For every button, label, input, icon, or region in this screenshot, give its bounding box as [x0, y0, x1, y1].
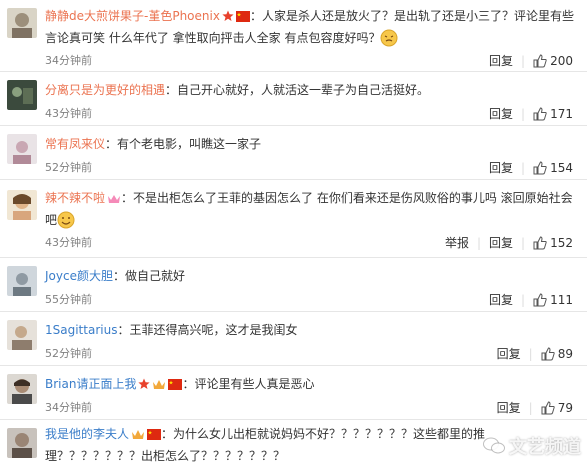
comment-text: ：自己开心就好，人就活这一辈子为自己活挺好。 — [165, 83, 430, 97]
like-count: 154 — [550, 160, 573, 175]
emoji-icon — [57, 211, 75, 235]
username-link[interactable]: 静静de大煎饼果子-堇色Phoenix — [45, 9, 220, 23]
thumbs-up-icon — [533, 106, 547, 120]
like-button[interactable]: 171 — [533, 107, 573, 121]
like-button[interactable]: 154 — [533, 161, 573, 175]
avatar[interactable] — [7, 134, 37, 164]
watermark: 文艺频道 — [483, 433, 581, 459]
comment-item: Brian请正面上我 ：评论里有些人真是恶心 34分钟前 回复 | 79 — [0, 366, 587, 420]
divider: | — [521, 235, 526, 250]
reply-button[interactable]: 回复 — [497, 345, 521, 362]
star-icon — [222, 8, 234, 28]
username-link[interactable]: Brian请正面上我 — [45, 377, 136, 391]
like-button[interactable]: 111 — [533, 293, 573, 307]
reply-button[interactable]: 回复 — [497, 399, 521, 416]
thumbs-up-icon — [533, 292, 547, 306]
china-flag-icon — [168, 376, 183, 396]
comment-text: ：做自己就好 — [112, 269, 185, 283]
comment-item: 静静de大煎饼果子-堇色Phoenix ：人家是杀人还是放火了？是出轨了还是小三了… — [0, 0, 587, 72]
like-count: 111 — [550, 292, 573, 307]
username-link[interactable]: 辣不辣不啦 — [45, 191, 105, 205]
timestamp: 43分钟前 — [45, 236, 92, 249]
timestamp: 34分钟前 — [45, 54, 92, 67]
timestamp: 52分钟前 — [45, 347, 92, 360]
reply-button[interactable]: 回复 — [489, 291, 513, 308]
comment-item: Joyce颜大胆：做自己就好 55分钟前 回复 | 111 — [0, 258, 587, 312]
china-flag-icon — [147, 426, 162, 446]
username-link[interactable]: 常有凤来仪 — [45, 137, 105, 151]
comment-text: ：有个老电影，叫瞧这一家子 — [105, 137, 262, 151]
crown-icon — [152, 376, 166, 396]
star-icon — [138, 376, 151, 396]
like-button[interactable]: 152 — [533, 236, 573, 250]
emoji-icon — [380, 29, 398, 53]
wechat-logo-icon — [483, 437, 505, 454]
thumbs-up-icon — [541, 346, 555, 360]
crown-icon — [131, 426, 145, 446]
divider: | — [521, 53, 526, 68]
thumbs-up-icon — [541, 400, 555, 414]
like-count: 89 — [557, 346, 573, 361]
divider: | — [476, 235, 482, 250]
like-button[interactable]: 79 — [541, 401, 573, 415]
vip-icon — [107, 190, 121, 210]
avatar[interactable] — [7, 320, 37, 350]
divider: | — [528, 400, 533, 415]
avatar[interactable] — [7, 428, 37, 458]
reply-button[interactable]: 回复 — [489, 159, 513, 176]
like-button[interactable]: 200 — [533, 54, 573, 68]
avatar[interactable] — [7, 80, 37, 110]
username-link[interactable]: 我是他的李夫人 — [45, 427, 129, 441]
like-count: 152 — [550, 235, 573, 250]
thumbs-up-icon — [533, 235, 547, 249]
timestamp: 43分钟前 — [45, 107, 92, 120]
reply-button[interactable]: 回复 — [489, 105, 513, 122]
avatar[interactable] — [7, 266, 37, 296]
comment-text: ：评论里有些人真是恶心 — [182, 377, 315, 391]
thumbs-up-icon — [533, 160, 547, 174]
divider: | — [521, 160, 526, 175]
timestamp: 52分钟前 — [45, 161, 92, 174]
like-count: 200 — [550, 53, 573, 68]
avatar[interactable] — [7, 8, 37, 38]
username-link[interactable]: Joyce颜大胆 — [45, 269, 113, 283]
timestamp: 55分钟前 — [45, 293, 92, 306]
like-count: 79 — [557, 400, 573, 415]
comment-item: 常有凤来仪：有个老电影，叫瞧这一家子 52分钟前 回复 | 154 — [0, 126, 587, 180]
divider: | — [521, 106, 526, 121]
avatar[interactable] — [7, 190, 37, 220]
like-count: 171 — [550, 106, 573, 121]
watermark-text: 文艺频道 — [509, 437, 581, 458]
comment-text: ：王菲还得高兴呢，这才是我闺女 — [117, 323, 298, 337]
comment-item: 1Sagittarius：王菲还得高兴呢，这才是我闺女 52分钟前 回复 | 8… — [0, 312, 587, 366]
divider: | — [528, 346, 533, 361]
reply-button[interactable]: 回复 — [489, 234, 513, 251]
like-button[interactable]: 89 — [541, 347, 573, 361]
reply-button[interactable]: 回复 — [489, 52, 513, 69]
comment-item: 辣不辣不啦 ：不是出柜怎么了王菲的基因怎么了 在你们看来还是伤风败俗的事儿吗 滚回… — [0, 180, 587, 258]
timestamp: 34分钟前 — [45, 401, 92, 414]
username-link[interactable]: 分离只是为更好的相遇 — [45, 83, 165, 97]
username-link[interactable]: 1Sagittarius — [45, 323, 117, 337]
china-flag-icon — [235, 8, 250, 28]
report-button[interactable]: 举报 — [445, 234, 469, 251]
comment-text: ：不是出柜怎么了王菲的基因怎么了 在你们看来还是伤风败俗的事儿吗 滚回原始社会吧 — [45, 191, 573, 227]
divider: | — [521, 292, 526, 307]
comment-item: 分离只是为更好的相遇：自己开心就好，人就活这一辈子为自己活挺好。 43分钟前 回… — [0, 72, 587, 126]
thumbs-up-icon — [533, 53, 547, 67]
avatar[interactable] — [7, 374, 37, 404]
